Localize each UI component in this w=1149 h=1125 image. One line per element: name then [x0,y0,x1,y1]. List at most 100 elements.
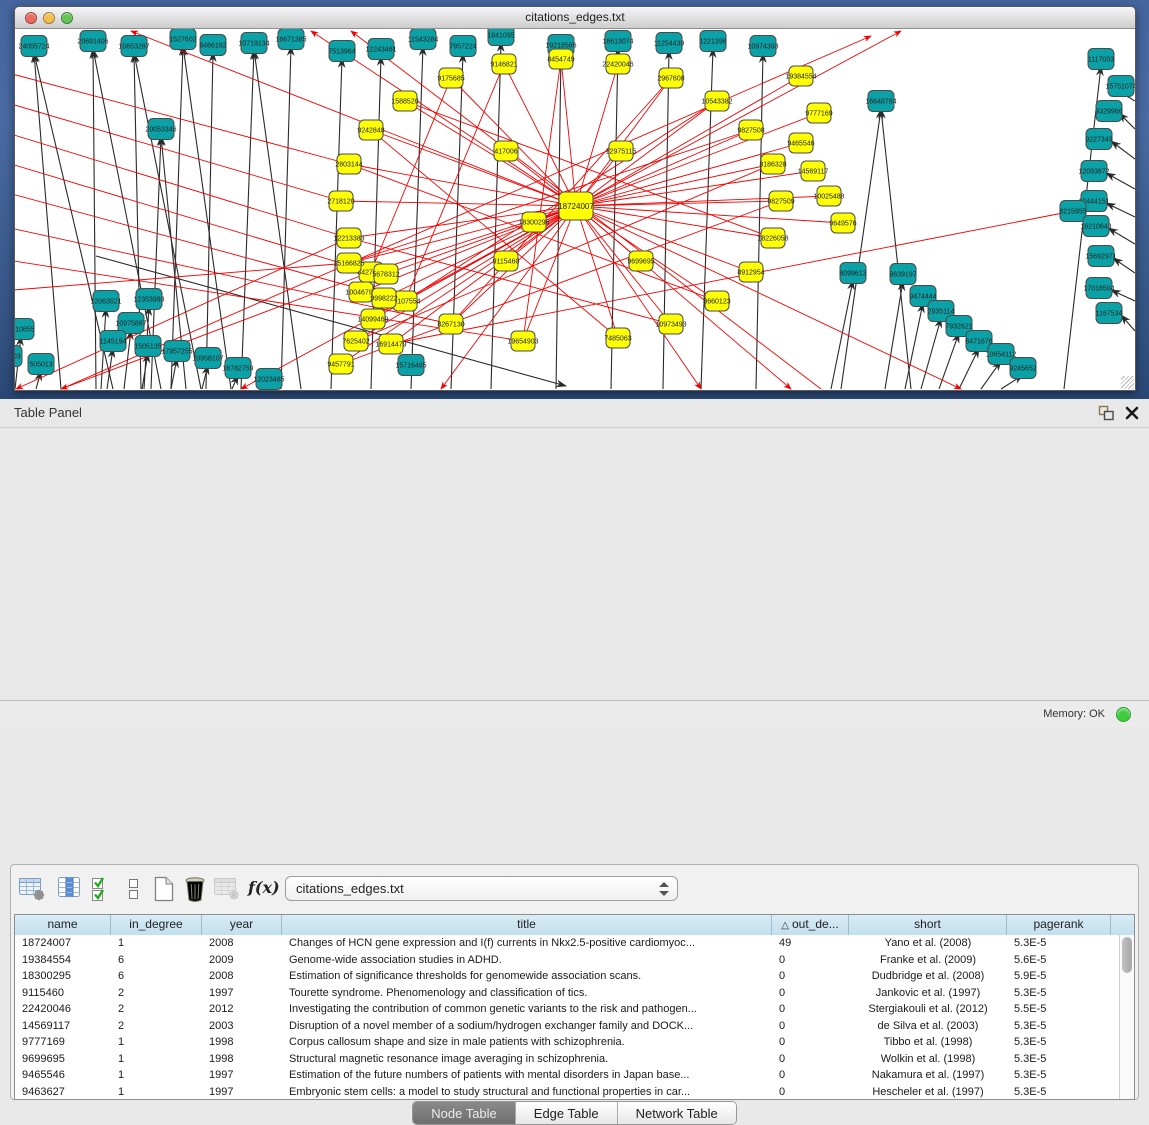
table-cell: 2 [111,1018,202,1035]
tab-edge-table[interactable]: Edge Table [516,1102,618,1124]
tab-network-table[interactable]: Network Table [618,1102,736,1124]
function-builder-icon[interactable]: f(x) [248,878,280,897]
network-canvas-svg[interactable]: 2405572420691406106532871527602846616210… [15,29,1135,390]
graph-node-label: 10974393 [747,43,778,50]
graph-node-label: 9474444 [909,293,936,300]
table-cell: Changes of HCN gene expression and I(f) … [282,935,772,952]
graph-node-label: 14569117 [798,168,829,175]
graph-edge [15,263,349,291]
graph-node-label: 8454749 [547,56,574,63]
graph-node-label: 2803144 [335,161,362,168]
table-cell: Tourette syndrome. Phenomenology and cla… [282,985,772,1002]
graph-node-label: 1145194 [100,338,127,345]
column-visibility-icon[interactable] [57,875,85,903]
table-panel-body: f(x) citations_edges.txt namein_degreeye… [0,428,1149,700]
table-cell: Disruption of a novel member of a sodium… [282,1018,772,1035]
graph-edge [831,280,853,389]
status-bar: Memory: OK [0,700,1149,727]
graph-node-label: 10654112 [986,351,1017,358]
table-row[interactable]: 1830029562008Estimation of significance … [15,968,1119,985]
table-row[interactable]: 1872400712008Changes of HCN gene express… [15,935,1119,952]
table-cell: 2009 [202,952,282,969]
window-resize-grip[interactable] [1121,376,1134,389]
graph-node-label: 10958107 [192,355,223,362]
table-settings-icon[interactable] [18,875,46,903]
graph-edge [576,206,701,389]
graph-node-label: 19654903 [507,338,538,345]
table-rows: 1872400712008Changes of HCN gene express… [15,935,1119,1099]
window-titlebar[interactable]: citations_edges.txt [15,7,1135,29]
graph-edge [34,53,61,389]
table-row[interactable]: 2242004622012Investigating the contribut… [15,1001,1119,1018]
table-cell: 0 [772,1084,849,1100]
network-desktop: citations_edges.txt 24055724206914061065… [0,0,1149,399]
graph-node-label: 9649576 [829,220,856,227]
table-cell: 5.3E-5 [1007,1034,1111,1051]
graph-node-label: 1505135 [134,343,161,350]
graph-node-label: 15166825 [333,260,364,267]
table-row[interactable]: 1938455462009Genome-wide association stu… [15,952,1119,969]
graph-node-label: 10653287 [118,43,149,50]
graph-node-label: 12093872 [1078,168,1109,175]
table-cell: Stergiakouli et al. (2012) [849,1001,1007,1018]
row-height-icon[interactable] [125,875,153,903]
graph-node-label: 9457791 [327,361,354,368]
column-header-outde[interactable]: △out_de... [772,915,849,935]
column-header-name[interactable]: name [15,915,111,935]
column-header-short[interactable]: short [849,915,1007,935]
graph-node-label: 8215955 [1059,208,1086,215]
new-table-icon[interactable] [152,875,180,903]
table-cell: Jankovic et al. (1997) [849,985,1007,1002]
table-row[interactable]: 946554611997Estimation of the future num… [15,1067,1119,1084]
graph-node-label: 417006 [494,148,517,155]
close-panel-icon[interactable] [1125,406,1139,420]
table-row[interactable]: 977716911998Corpus callosum shape and si… [15,1034,1119,1051]
table-selector-dropdown[interactable]: citations_edges.txt [285,876,678,901]
graph-edge [576,64,618,206]
graph-node-label: 1167534 [1096,310,1123,317]
table-cell: 1 [111,1084,202,1100]
graph-node-label: 12243461 [365,46,396,53]
table-row[interactable]: 946362711997Embryonic stem cells: a mode… [15,1084,1119,1100]
graph-edge [241,50,254,389]
column-header-year[interactable]: year [202,915,282,935]
select-rows-icon[interactable] [90,875,118,903]
graph-edge [939,333,959,389]
column-header-pagerank[interactable]: pagerank [1007,915,1111,935]
delete-rows-icon[interactable] [183,875,211,903]
graph-edge [756,53,763,389]
graph-node-label: 1527602 [169,36,196,43]
graph-node-label: 9146821 [490,61,517,68]
table-cell: 5.3E-5 [1007,1018,1111,1035]
table-scrollbar-thumb[interactable] [1122,937,1132,973]
graph-edge [93,49,96,389]
table-cell: 5.5E-5 [1007,1001,1111,1018]
table-row[interactable]: 969969511998Structural magnetic resonanc… [15,1051,1119,1068]
graph-node-label: 7485063 [604,335,631,342]
table-scrollbar[interactable] [1119,935,1134,1099]
float-panel-icon[interactable] [1098,405,1115,421]
graph-node-label: 505013 [29,361,52,368]
column-header-indegree[interactable]: in_degree [111,915,202,935]
graph-node-label: 1221398 [699,38,726,45]
graph-edge [1108,228,1135,244]
graph-node-label: 15716485 [395,362,426,369]
table-cell: Yano et al. (2008) [849,935,1007,952]
table-cell: 1998 [202,1034,282,1051]
graph-node-label: 10719134 [238,40,269,47]
delete-table-icon [213,875,241,903]
graph-node-label: 1117053 [1088,56,1114,63]
tab-node-table[interactable]: Node Table [413,1102,516,1124]
table-cell: de Silva et al. (2003) [849,1018,1007,1035]
graph-node-label: 11254439 [654,40,685,47]
table-cell: 5.3E-5 [1007,1084,1111,1100]
table-cell: 18724007 [15,935,111,952]
network-canvas[interactable]: 2405572420691406106532871527602846616210… [15,29,1135,390]
column-header-title[interactable]: title [282,915,772,935]
graph-node-label: 8099613 [839,270,866,277]
table-row[interactable]: 911546021997Tourette syndrome. Phenomeno… [15,985,1119,1002]
table-row[interactable]: 1456911722003Disruption of a novel membe… [15,1018,1119,1035]
network-view-window[interactable]: citations_edges.txt 24055724206914061065… [14,6,1136,391]
graph-edge [981,361,1001,389]
table-cell: 1997 [202,985,282,1002]
